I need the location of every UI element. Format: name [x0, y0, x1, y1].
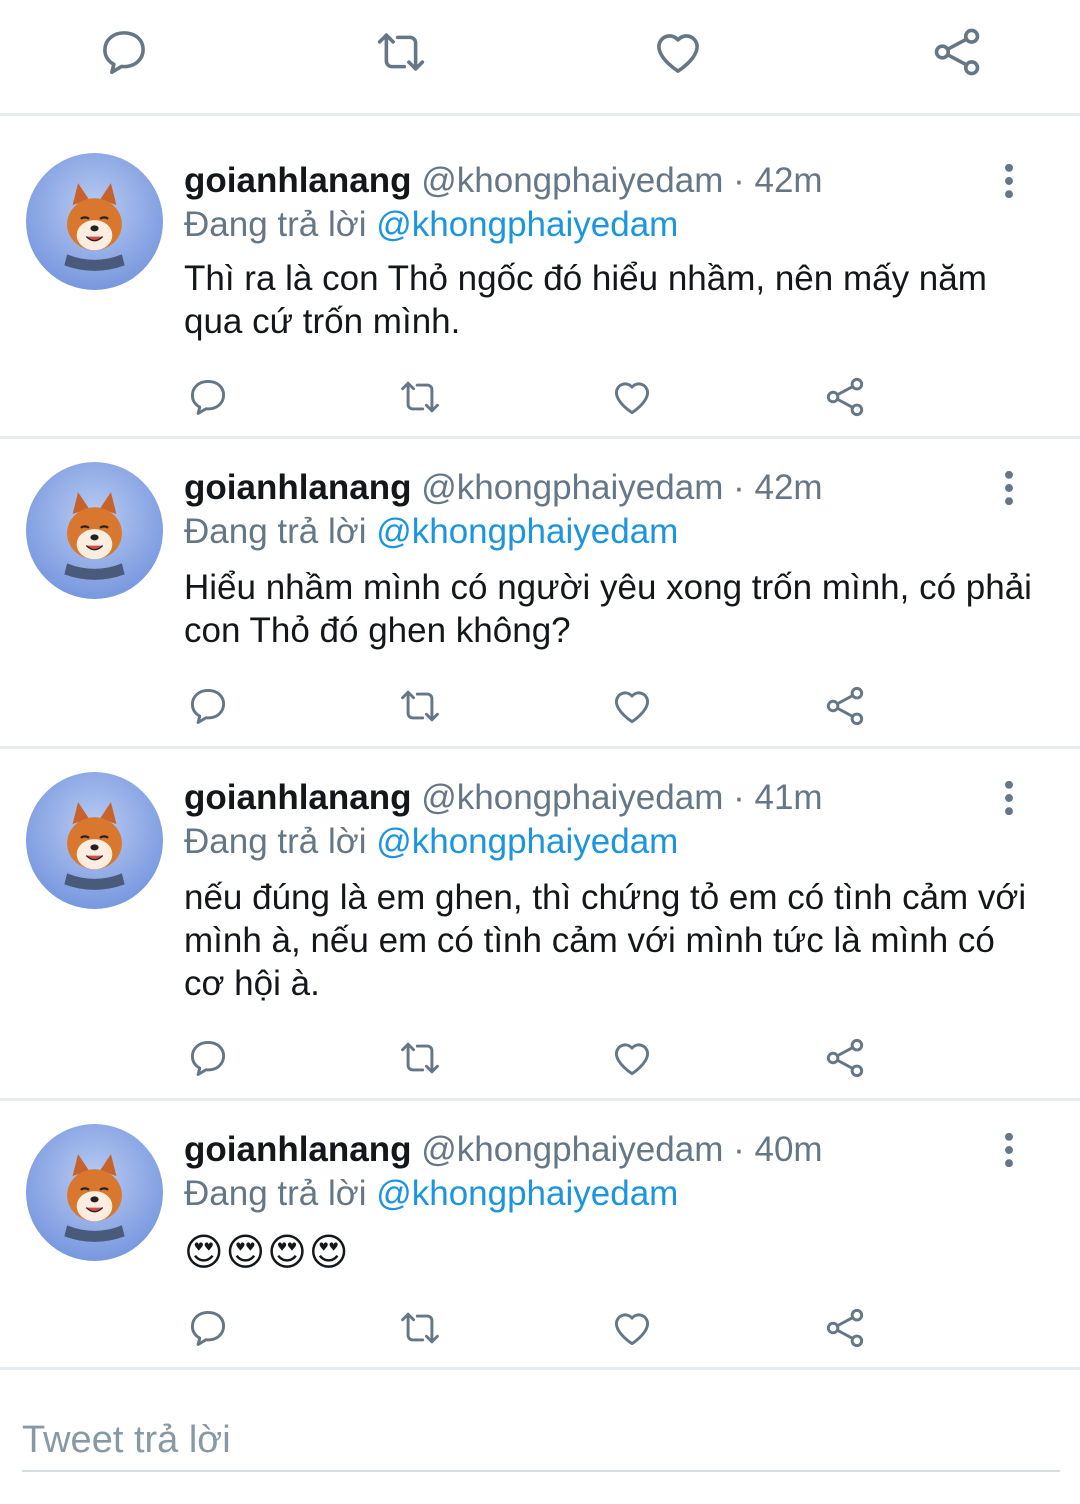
- retweet-icon[interactable]: [396, 682, 444, 730]
- reply-prefix: Đang trả lời: [184, 205, 367, 244]
- like-icon[interactable]: [608, 1034, 656, 1082]
- reply-to-handle[interactable]: @khongphaiyedam: [376, 822, 678, 861]
- retweet-icon[interactable]: [396, 1034, 444, 1082]
- tweet-time: 42m: [754, 161, 823, 200]
- like-icon[interactable]: [650, 24, 706, 80]
- more-options-icon[interactable]: [996, 776, 1022, 820]
- reply-composer: [0, 1372, 1080, 1504]
- tweet-text: Hiểu nhầm mình có người yêu xong trốn mì…: [184, 568, 1032, 650]
- tweet-actions: [0, 1304, 1080, 1364]
- comment-icon[interactable]: [184, 373, 232, 421]
- retweet-icon[interactable]: [396, 373, 444, 421]
- share-icon[interactable]: [821, 373, 869, 421]
- tweet-item[interactable]: goianhlanang @khongphaiyedam · 42m Đang …: [0, 119, 1080, 439]
- separator-dot: ·: [733, 778, 745, 817]
- reply-context: Đang trả lời @khongphaiyedam: [184, 203, 678, 247]
- tweet-header: goianhlanang @khongphaiyedam · 42m: [184, 466, 823, 510]
- reply-to-handle[interactable]: @khongphaiyedam: [376, 205, 678, 244]
- separator-dot: ·: [733, 468, 745, 507]
- share-icon[interactable]: [821, 1034, 869, 1082]
- reply-context: Đang trả lời @khongphaiyedam: [184, 1172, 678, 1216]
- share-icon[interactable]: [929, 24, 985, 80]
- share-icon[interactable]: [821, 682, 869, 730]
- tweet-item[interactable]: goianhlanang @khongphaiyedam · 42m Đang …: [0, 442, 1080, 749]
- username[interactable]: goianhlanang: [184, 161, 412, 200]
- reply-prefix: Đang trả lời: [184, 822, 367, 861]
- more-options-icon[interactable]: [996, 159, 1022, 203]
- retweet-icon[interactable]: [373, 24, 429, 80]
- like-icon[interactable]: [608, 1304, 656, 1352]
- separator-dot: ·: [733, 161, 745, 200]
- tweet-time: 42m: [754, 468, 823, 507]
- tweet-actions: [0, 682, 1080, 742]
- reply-context: Đang trả lời @khongphaiyedam: [184, 820, 678, 864]
- top-action-bar: [0, 0, 1080, 116]
- tweet-time: 40m: [754, 1130, 823, 1169]
- reply-prefix: Đang trả lời: [184, 512, 367, 551]
- reply-to-handle[interactable]: @khongphaiyedam: [376, 1174, 678, 1213]
- reply-context: Đang trả lời @khongphaiyedam: [184, 510, 678, 554]
- username[interactable]: goianhlanang: [184, 778, 412, 817]
- share-icon[interactable]: [821, 1304, 869, 1352]
- reply-to-handle[interactable]: @khongphaiyedam: [376, 512, 678, 551]
- more-options-icon[interactable]: [996, 1128, 1022, 1172]
- tweet-time: 41m: [754, 778, 823, 817]
- tweet-item[interactable]: goianhlanang @khongphaiyedam · 41m Đang …: [0, 752, 1080, 1101]
- user-handle[interactable]: @khongphaiyedam: [421, 1130, 723, 1169]
- tweet-header: goianhlanang @khongphaiyedam · 41m: [184, 776, 823, 820]
- avatar[interactable]: [26, 1124, 163, 1261]
- retweet-icon[interactable]: [396, 1304, 444, 1352]
- avatar[interactable]: [26, 462, 163, 599]
- avatar[interactable]: [26, 772, 163, 909]
- tweet-header: goianhlanang @khongphaiyedam · 40m: [184, 1128, 823, 1172]
- tweet-header: goianhlanang @khongphaiyedam · 42m: [184, 159, 823, 203]
- user-handle[interactable]: @khongphaiyedam: [421, 468, 723, 507]
- comment-icon[interactable]: [184, 1034, 232, 1082]
- like-icon[interactable]: [608, 373, 656, 421]
- username[interactable]: goianhlanang: [184, 468, 412, 507]
- tweet-item[interactable]: goianhlanang @khongphaiyedam · 40m Đang …: [0, 1104, 1080, 1370]
- reply-prefix: Đang trả lời: [184, 1174, 367, 1213]
- tweet-text: 😍😍😍😍: [184, 1232, 351, 1274]
- separator-dot: ·: [733, 1130, 745, 1169]
- like-icon[interactable]: [608, 682, 656, 730]
- tweet-actions: [0, 1034, 1080, 1094]
- comment-icon[interactable]: [184, 1304, 232, 1352]
- user-handle[interactable]: @khongphaiyedam: [421, 778, 723, 817]
- comment-icon[interactable]: [184, 682, 232, 730]
- avatar[interactable]: [26, 153, 163, 290]
- tweet-text: nếu đúng là em ghen, thì chứng tỏ em có …: [184, 878, 1027, 1003]
- reply-input[interactable]: [22, 1410, 1060, 1472]
- username[interactable]: goianhlanang: [184, 1130, 412, 1169]
- more-options-icon[interactable]: [996, 466, 1022, 510]
- comment-icon[interactable]: [96, 24, 152, 80]
- user-handle[interactable]: @khongphaiyedam: [421, 161, 723, 200]
- tweet-actions: [0, 373, 1080, 433]
- tweet-text: Thì ra là con Thỏ ngốc đó hiểu nhầm, nên…: [184, 259, 987, 341]
